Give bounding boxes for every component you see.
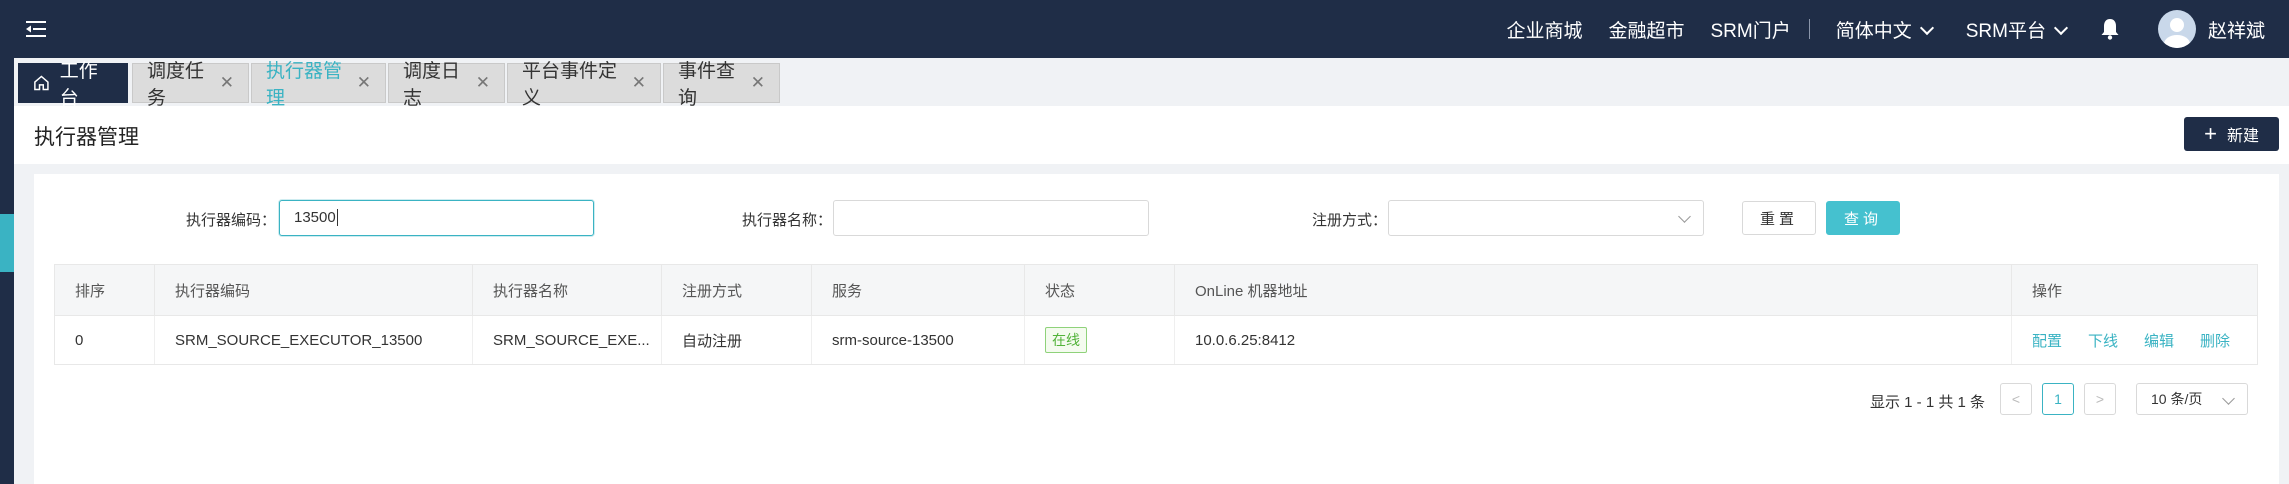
- tab-executor-management[interactable]: 执行器管理 ✕: [251, 61, 386, 109]
- plus-icon: +: [2204, 121, 2217, 146]
- home-icon: [34, 75, 49, 91]
- edit-link[interactable]: 编辑: [2144, 330, 2174, 351]
- tab-bar: 工作台 调度任务 ✕ 执行器管理 ✕ 调度日志 ✕ 平台事件定义 ✕ 事件查询 …: [0, 58, 2289, 109]
- page-header: 执行器管理 + 新建: [14, 106, 2289, 165]
- tab-label: 工作台: [59, 61, 98, 109]
- column-header-actions: 操作: [2011, 265, 2257, 315]
- executor-code-input[interactable]: 13500: [279, 200, 594, 236]
- status-badge: 在线: [1045, 327, 1087, 353]
- top-navbar: 企业商城 金融超市 SRM门户 简体中文 SRM平台 赵祥斌: [0, 0, 2289, 58]
- tab-label: 执行器管理: [266, 61, 343, 109]
- tab-dispatch-log[interactable]: 调度日志 ✕: [388, 61, 505, 109]
- column-header-order[interactable]: 排序: [55, 265, 155, 315]
- language-select[interactable]: 简体中文: [1835, 16, 1934, 43]
- new-button[interactable]: + 新建: [2184, 117, 2279, 151]
- tab-label: 调度日志: [403, 61, 461, 109]
- register-type-label: 注册方式：: [1312, 212, 1388, 229]
- cell-address: 10.0.6.25:8412: [1195, 331, 1296, 349]
- column-header-register-type[interactable]: 注册方式: [662, 265, 812, 315]
- executor-code-label: 执行器编码：: [186, 212, 277, 229]
- platform-select[interactable]: SRM平台: [1965, 16, 2069, 43]
- column-header-status[interactable]: 状态: [1025, 265, 1175, 315]
- reset-button[interactable]: 重置: [1742, 201, 1816, 235]
- avatar[interactable]: [2157, 10, 2196, 48]
- left-sidebar-strip: [0, 106, 14, 484]
- page-size-select[interactable]: 10 条/页: [2136, 383, 2248, 415]
- executor-code-value: 13500: [294, 209, 336, 226]
- configure-link[interactable]: 配置: [2032, 330, 2062, 351]
- language-label: 简体中文: [1835, 20, 1912, 42]
- platform-label: SRM平台: [1965, 20, 2046, 42]
- column-header-code[interactable]: 执行器编码: [155, 265, 473, 315]
- cell-status: 在线: [1025, 316, 1175, 364]
- table-row: 0 SRM_SOURCE_EXECUTOR_13500 SRM_SOURCE_E…: [55, 316, 2257, 364]
- column-header-address[interactable]: OnLine 机器地址: [1175, 265, 2011, 315]
- close-icon[interactable]: ✕: [220, 73, 234, 93]
- executor-name-input[interactable]: [833, 200, 1149, 236]
- tab-workbench[interactable]: 工作台: [18, 61, 128, 109]
- cell-service: srm-source-13500: [812, 316, 1025, 364]
- user-icon: [2163, 18, 2190, 48]
- chevron-down-icon: [1919, 20, 1934, 35]
- user-name[interactable]: 赵祥斌: [2208, 16, 2265, 43]
- query-button[interactable]: 查询: [1826, 201, 1900, 235]
- column-header-service[interactable]: 服务: [812, 265, 1025, 315]
- text-cursor: [336, 209, 338, 226]
- table-header: 排序 执行器编码 执行器名称 注册方式 服务 状态 OnLine 机器地址 操作: [55, 265, 2257, 316]
- page-number-button[interactable]: 1: [2042, 383, 2074, 415]
- tab-label: 调度任务: [147, 61, 205, 109]
- bell-icon[interactable]: [2098, 17, 2122, 41]
- offline-link[interactable]: 下线: [2088, 330, 2118, 351]
- chevron-right-icon: >: [2095, 391, 2105, 407]
- chevron-down-icon: [2222, 392, 2235, 405]
- top-link-srm-portal[interactable]: SRM门户: [1711, 16, 1791, 43]
- close-icon[interactable]: ✕: [357, 73, 371, 93]
- tab-event-query[interactable]: 事件查询 ✕: [663, 61, 780, 109]
- top-link-mall[interactable]: 企业商城: [1506, 16, 1582, 43]
- close-icon[interactable]: ✕: [476, 73, 490, 93]
- close-icon[interactable]: ✕: [751, 73, 765, 93]
- menu-fold-icon[interactable]: [24, 17, 48, 41]
- page-size-value: 10 条/页: [2151, 391, 2203, 407]
- next-page-button[interactable]: >: [2084, 383, 2116, 415]
- cell-register-type: 自动注册: [662, 316, 812, 364]
- executor-name-label: 执行器名称：: [742, 212, 833, 229]
- tab-dispatch-task[interactable]: 调度任务 ✕: [132, 61, 249, 109]
- tab-platform-event-def[interactable]: 平台事件定义 ✕: [507, 61, 661, 109]
- new-button-label: 新建: [2226, 128, 2259, 145]
- page-title: 执行器管理: [34, 126, 139, 149]
- pagination-summary: 显示 1 - 1 共 1 条: [1870, 394, 1986, 411]
- column-header-name[interactable]: 执行器名称: [473, 265, 662, 315]
- executor-table: 排序 执行器编码 执行器名称 注册方式 服务 状态 OnLine 机器地址 操作…: [54, 264, 2258, 365]
- tab-label: 事件查询: [678, 61, 736, 109]
- prev-page-button[interactable]: <: [2000, 383, 2032, 415]
- chevron-left-icon: <: [2011, 391, 2021, 407]
- cell-actions: 配置 下线 编辑 删除: [2011, 316, 2257, 364]
- register-type-select[interactable]: [1388, 200, 1704, 236]
- delete-link[interactable]: 删除: [2200, 330, 2230, 351]
- chevron-down-icon: [2053, 20, 2069, 35]
- cell-order: 0: [55, 316, 155, 364]
- top-link-finance[interactable]: 金融超市: [1608, 16, 1684, 43]
- chevron-down-icon: [1678, 210, 1691, 223]
- top-divider: [1808, 19, 1810, 39]
- close-icon[interactable]: ✕: [632, 73, 646, 93]
- tab-label: 平台事件定义: [522, 61, 618, 109]
- cell-name: SRM_SOURCE_EXE...: [473, 316, 662, 364]
- cell-code: SRM_SOURCE_EXECUTOR_13500: [155, 316, 473, 364]
